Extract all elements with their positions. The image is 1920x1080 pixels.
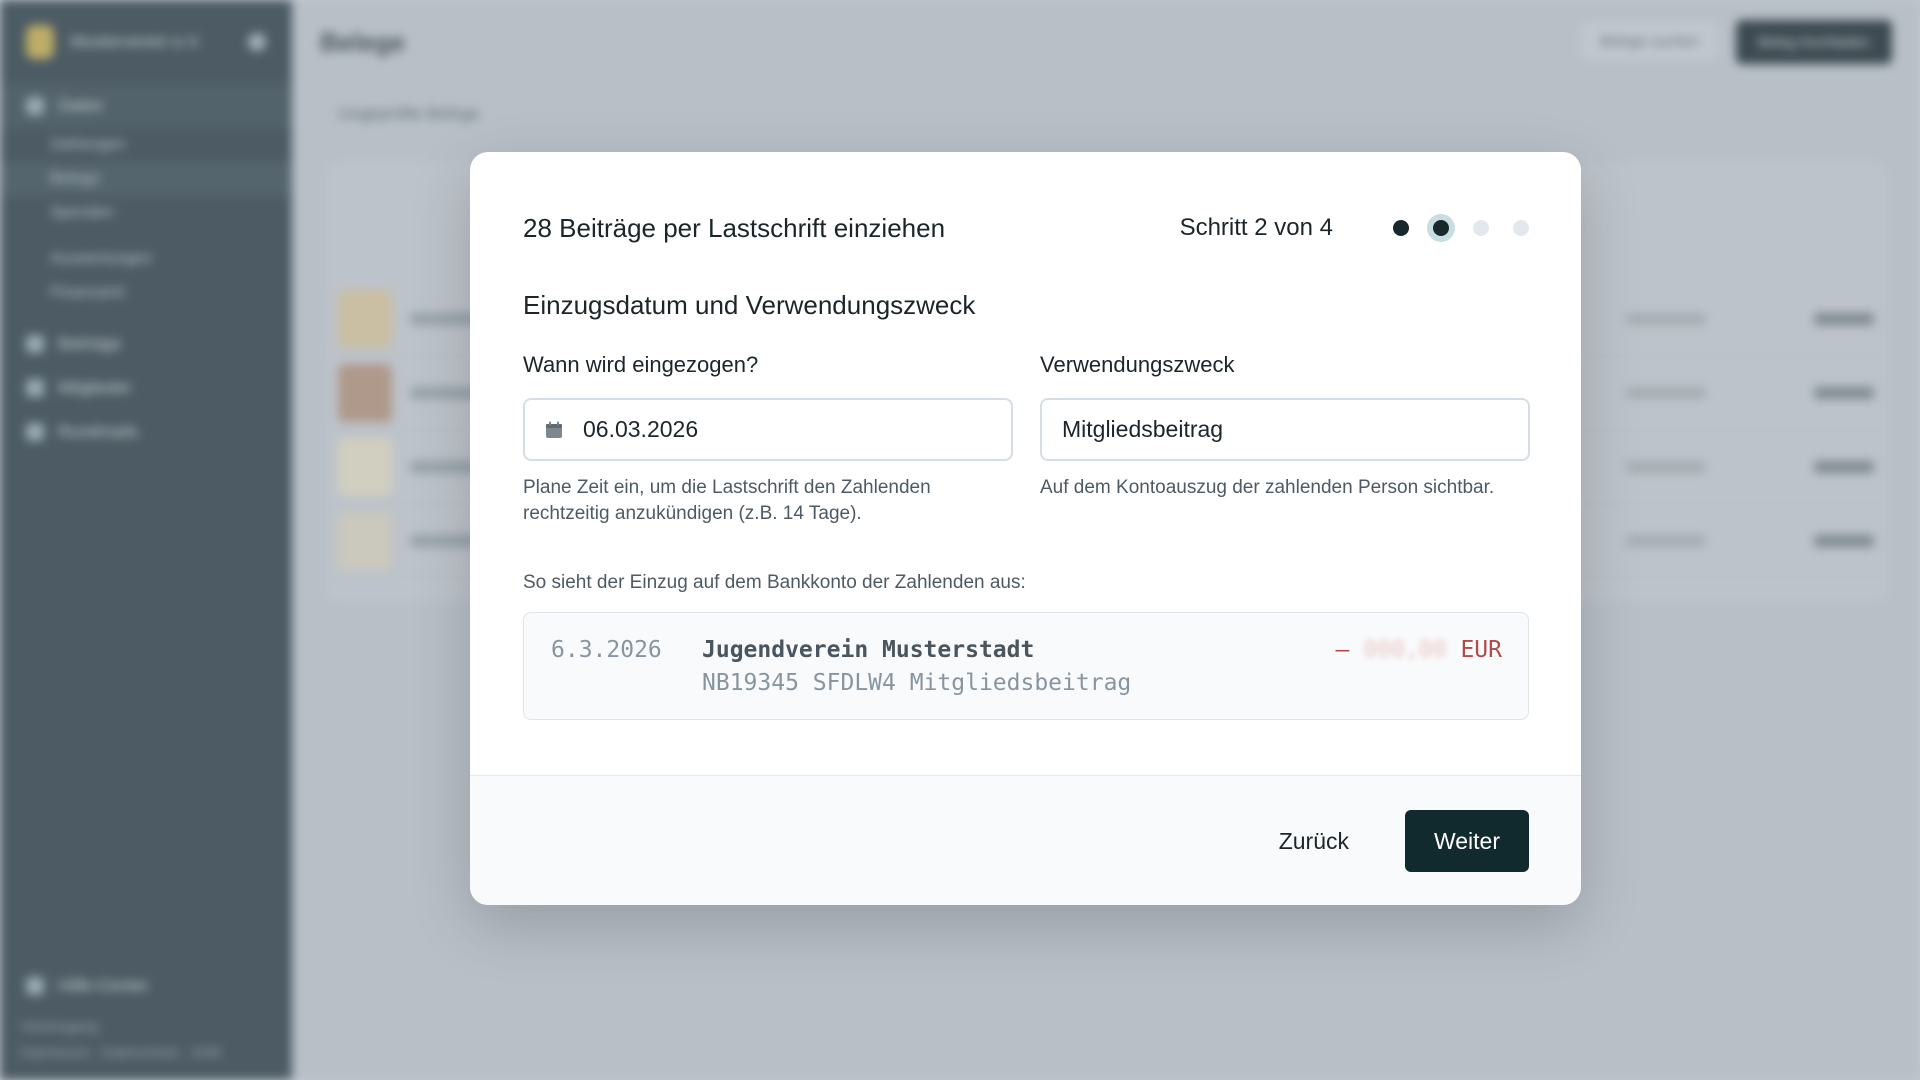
collection-date-value: 06.03.2026 (583, 416, 699, 442)
back-button[interactable]: Zurück (1263, 810, 1365, 872)
purpose-value: Mitgliedsbeitrag (1062, 416, 1224, 442)
dialog-title: 28 Beiträge per Lastschrift einziehen (523, 212, 946, 243)
preview-currency: EUR (1460, 637, 1502, 663)
bank-statement-preview: 6.3.2026 Jugendverein Musterstadt NB1934… (523, 612, 1529, 720)
preview-amount-value: 000,00 (1363, 637, 1447, 663)
collection-date-label: Wann wird eingezogen? (523, 352, 759, 377)
direct-debit-dialog: 28 Beiträge per Lastschrift einziehen Sc… (470, 152, 1581, 905)
step-dot-2-current (1427, 214, 1455, 242)
section-title: Einzugsdatum und Verwendungszweck (523, 290, 976, 320)
step-dot-1 (1393, 220, 1409, 236)
preview-amount: – 000,00 EUR (1336, 637, 1503, 663)
dialog-header: 28 Beiträge per Lastschrift einziehen Sc… (523, 208, 1529, 248)
collection-date-help: Plane Zeit ein, um die Lastschrift den Z… (523, 477, 931, 524)
purpose-help: Auf dem Kontoauszug der zahlenden Person… (1040, 477, 1495, 498)
step-dot-3 (1473, 220, 1489, 236)
purpose-input[interactable]: Mitgliedsbeitrag (1040, 398, 1530, 461)
next-button[interactable]: Weiter (1405, 810, 1529, 872)
preview-amount-sign: – (1335, 637, 1350, 663)
calendar-icon (545, 421, 563, 439)
purpose-label: Verwendungszweck (1040, 352, 1235, 377)
step-indicator-text: Schritt 2 von 4 (1179, 214, 1333, 241)
preview-date: 6.3.2026 (551, 637, 662, 663)
bank-preview-label: So sieht der Einzug auf dem Bankkonto de… (523, 572, 1026, 593)
preview-reference: NB19345 SFDLW4 Mitgliedsbeitrag (702, 670, 1132, 696)
step-dots (1381, 214, 1529, 242)
collection-date-input[interactable]: 06.03.2026 (523, 398, 1013, 461)
collection-date-field: Wann wird eingezogen? 06.03.2026 Plane Z… (523, 352, 1013, 527)
dialog-footer: Zurück Weiter (470, 775, 1581, 905)
preview-creditor-name: Jugendverein Musterstadt (702, 637, 1035, 663)
purpose-field: Verwendungszweck Mitgliedsbeitrag Auf de… (1040, 352, 1530, 501)
step-dot-4 (1513, 220, 1529, 236)
